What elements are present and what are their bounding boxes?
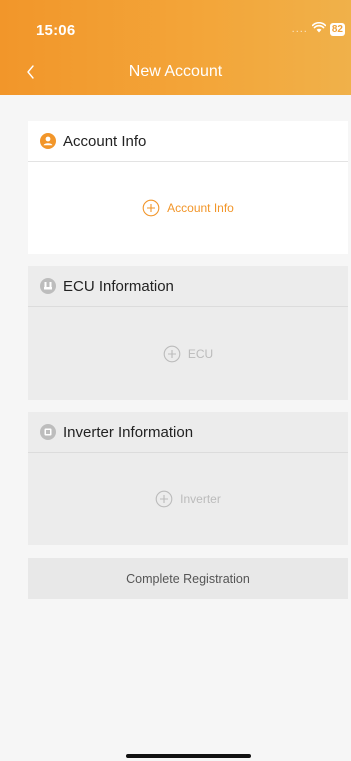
complete-registration-button[interactable]: Complete Registration [28, 558, 348, 599]
app-header: 15:06 .... 82 New Account [0, 0, 351, 95]
battery-icon: 82 [329, 22, 345, 36]
ecu-information-title: ECU Information [63, 277, 174, 295]
add-circle-icon [163, 345, 181, 362]
add-inverter-label: Inverter [180, 492, 221, 506]
ecu-icon [40, 278, 56, 294]
signal-icon: .... [291, 23, 308, 35]
account-info-body: Account Info [28, 162, 348, 254]
account-info-card: Account Info Account Info [28, 121, 348, 254]
account-info-header: Account Info [28, 121, 348, 162]
add-account-info-button[interactable]: Account Info [142, 199, 234, 217]
add-account-info-label: Account Info [167, 201, 234, 215]
add-ecu-button[interactable]: ECU [163, 345, 213, 363]
ecu-information-header: ECU Information [28, 266, 348, 307]
ecu-information-card: ECU Information ECU [28, 266, 348, 400]
status-icons: .... 82 [291, 21, 345, 36]
inverter-information-title: Inverter Information [63, 423, 194, 441]
user-icon [40, 133, 56, 149]
page-title: New Account [128, 63, 223, 80]
add-inverter-button[interactable]: Inverter [155, 490, 221, 508]
inverter-icon [40, 424, 56, 440]
home-indicator [126, 754, 251, 758]
add-circle-icon [142, 199, 160, 217]
wifi-icon [311, 21, 327, 36]
add-circle-icon [155, 490, 173, 508]
add-ecu-label: ECU [187, 346, 214, 361]
inverter-information-card: Inverter Information Inverter [28, 412, 348, 545]
inverter-information-header: Inverter Information [28, 412, 348, 453]
ecu-information-body: ECU [28, 307, 348, 400]
inverter-information-body: Inverter [28, 453, 348, 545]
account-info-title: Account Info [63, 132, 147, 150]
status-time: 15:06 [36, 22, 76, 39]
